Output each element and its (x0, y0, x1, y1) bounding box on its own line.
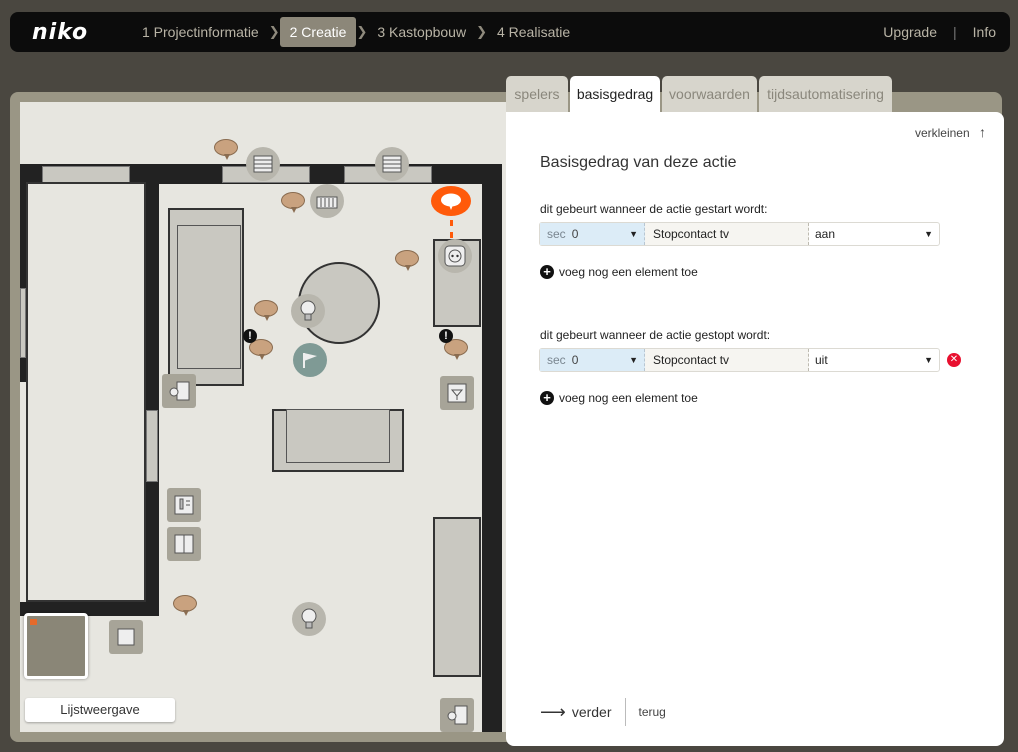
panel-footer: ⟶ verder terug (540, 698, 666, 726)
delete-icon[interactable]: ✕ (947, 353, 961, 367)
warning-icon[interactable]: ! (439, 329, 453, 343)
chevron-right-icon: ❯ (476, 24, 487, 39)
comment-icon[interactable] (254, 300, 278, 321)
light-switch-icon[interactable] (440, 698, 474, 732)
plus-icon: + (540, 265, 554, 279)
next-button[interactable]: ⟶ verder (540, 702, 612, 723)
lightbulb-icon[interactable] (292, 602, 326, 636)
comment-icon[interactable] (395, 250, 419, 271)
socket-icon[interactable] (438, 239, 472, 273)
tab-tijdsautomatisering[interactable]: tijdsautomatisering (759, 76, 892, 112)
upgrade-link[interactable]: Upgrade (883, 24, 937, 40)
minimap-marker (30, 619, 37, 625)
caret-down-icon: ▼ (924, 229, 933, 239)
sideboard (433, 517, 481, 677)
list-view-button[interactable]: Lijstweergave (25, 698, 175, 722)
add-element-label: voeg nog een element toe (559, 391, 698, 405)
blinds-icon[interactable] (375, 147, 409, 181)
header-links: Upgrade | Info (883, 24, 996, 40)
caret-down-icon: ▼ (924, 355, 933, 365)
sofa-cushion (177, 225, 241, 369)
device-field[interactable]: Stopcontact tv (645, 349, 809, 371)
add-element-label: voeg nog een element toe (559, 265, 698, 279)
panel-title: Basisgedrag van deze actie (540, 154, 737, 171)
double-switch-icon[interactable] (167, 527, 201, 561)
selected-comment-icon[interactable] (431, 186, 471, 216)
thermostat-icon[interactable] (167, 488, 201, 522)
delay-value: 0 (571, 353, 579, 367)
wall (145, 164, 159, 616)
add-element-stop[interactable]: + voeg nog een element toe (540, 391, 698, 405)
step-creatie[interactable]: 2 Creatie (279, 17, 357, 47)
step-kastopbouw[interactable]: 3 Kastopbouw (367, 17, 476, 47)
start-action-row: sec 0 ▼ Stopcontact tv aan ▼ (539, 222, 940, 246)
flag-icon[interactable] (293, 343, 327, 377)
delay-select[interactable]: sec 0 ▼ (540, 349, 645, 371)
chevron-right-icon: ❯ (356, 24, 368, 39)
single-switch-icon[interactable] (109, 620, 143, 654)
delay-unit: sec (547, 227, 566, 241)
step-projectinformatie[interactable]: 1 Projectinformatie (132, 17, 269, 47)
floor-plan-canvas[interactable]: ! ! (20, 102, 512, 732)
room-bedroom (26, 182, 146, 602)
comment-icon[interactable] (173, 595, 197, 616)
value-select[interactable]: aan ▼ (809, 223, 939, 245)
window (42, 166, 130, 183)
heater-icon[interactable] (310, 184, 344, 218)
caret-down-icon: ▼ (629, 229, 638, 239)
delay-value: 0 (571, 227, 579, 241)
warning-icon[interactable]: ! (243, 329, 257, 343)
tab-voorwaarden[interactable]: voorwaarden (662, 76, 757, 112)
footer-divider (624, 698, 626, 726)
collapse-label: verkleinen (914, 126, 970, 140)
blinds-icon[interactable] (246, 147, 280, 181)
value-text: aan (815, 227, 836, 241)
sofa-bottom-cushion (286, 409, 390, 463)
top-bar: niko 1 Projectinformatie ❯ 2 Creatie ❯ 3… (10, 12, 1010, 52)
value-select[interactable]: uit ▼ (809, 349, 939, 371)
step-realisatie[interactable]: 4 Realisatie (487, 17, 580, 47)
arrow-right-icon: ⟶ (540, 701, 566, 722)
scene-switch-icon[interactable] (440, 376, 474, 410)
tab-basisgedrag[interactable]: basisgedrag (570, 76, 660, 114)
value-text: uit (815, 353, 828, 367)
delay-select[interactable]: sec 0 ▼ (540, 223, 645, 245)
add-element-start[interactable]: + voeg nog een element toe (540, 265, 698, 279)
caret-down-icon: ▼ (629, 355, 638, 365)
tab-spelers[interactable]: spelers (506, 76, 568, 112)
niko-logo[interactable]: niko (32, 20, 132, 45)
comment-icon[interactable] (281, 192, 305, 213)
behavior-panel: verkleinen ↑ Basisgedrag van deze actie … (506, 112, 1004, 746)
minimap[interactable] (24, 613, 88, 679)
arrow-up-icon: ↑ (979, 124, 986, 140)
next-label: verder (571, 704, 612, 720)
wall (482, 164, 502, 732)
comment-icon[interactable] (214, 139, 238, 160)
stop-section-label: dit gebeurt wanneer de actie gestopt wor… (540, 328, 771, 342)
info-link[interactable]: Info (973, 24, 996, 40)
device-field[interactable]: Stopcontact tv (645, 223, 809, 245)
delay-unit: sec (547, 353, 566, 367)
collapse-button[interactable]: verkleinen ↑ (915, 124, 986, 140)
window (146, 410, 158, 482)
chevron-right-icon: ❯ (268, 24, 280, 39)
link-line (450, 220, 453, 238)
plus-icon: + (540, 391, 554, 405)
wizard-steps: 1 Projectinformatie ❯ 2 Creatie ❯ 3 Kast… (132, 12, 580, 52)
light-switch-icon[interactable] (162, 374, 196, 408)
lightbulb-icon[interactable] (291, 294, 325, 328)
stop-action-row: sec 0 ▼ Stopcontact tv uit ▼ (539, 348, 940, 372)
start-section-label: dit gebeurt wanneer de actie gestart wor… (540, 202, 768, 216)
header-separator: | (953, 24, 957, 40)
back-button[interactable]: terug (639, 705, 666, 719)
